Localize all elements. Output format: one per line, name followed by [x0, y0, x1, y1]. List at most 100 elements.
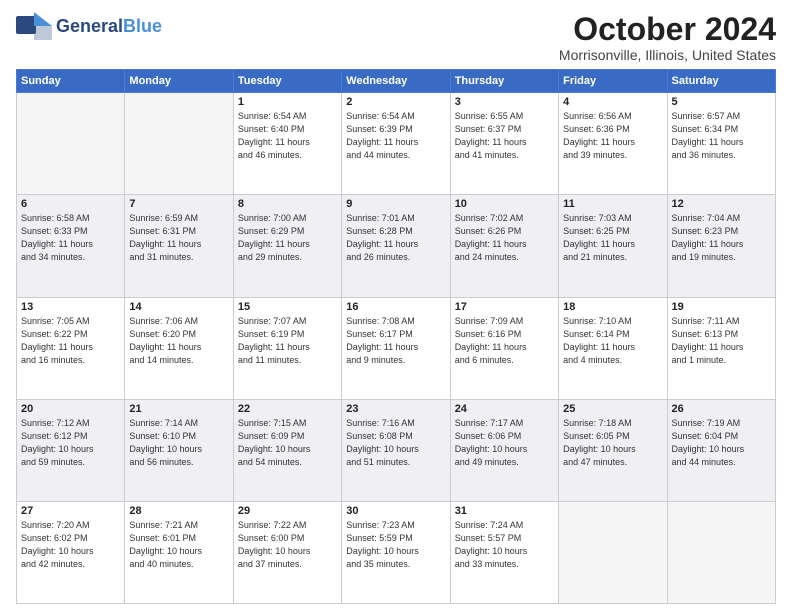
table-row: 24Sunrise: 7:17 AM Sunset: 6:06 PM Dayli…	[450, 399, 558, 501]
day-number: 8	[238, 198, 337, 210]
day-number: 2	[346, 96, 445, 108]
location-title: Morrisonville, Illinois, United States	[559, 47, 776, 63]
day-info: Sunrise: 7:04 AM Sunset: 6:23 PM Dayligh…	[672, 212, 771, 264]
col-monday: Monday	[125, 70, 233, 93]
table-row: 4 Sunrise: 6:56 AM Sunset: 6:36 PM Daylig…	[559, 93, 667, 195]
day-info: Sunrise: 6:57 AM Sunset: 6:34 PM Dayligh…	[672, 110, 771, 162]
table-row: 15 Sunrise: 7:07 AM Sunset: 6:19 PM Dayli…	[233, 297, 341, 399]
col-sunday: Sunday	[17, 70, 125, 93]
table-row: 23 Sunrise: 7:16 AM Sunset: 6:08 PM Dayli…	[342, 399, 450, 501]
day-info: Sunrise: 6:54 AM Sunset: 6:39 PM Dayligh…	[346, 110, 445, 162]
day-info: Sunrise: 7:12 AM Sunset: 6:12 PM Dayligh…	[21, 417, 120, 469]
calendar-table: Sunday Monday Tuesday Wednesday Thursday…	[16, 69, 776, 604]
day-number: 10	[455, 198, 554, 210]
table-row: 14 Sunrise: 7:06 AM Sunset: 6:20 PM Dayli…	[125, 297, 233, 399]
col-tuesday: Tuesday	[233, 70, 341, 93]
day-number: 4	[563, 96, 662, 108]
day-number: 17	[455, 301, 554, 313]
day-number: 9	[346, 198, 445, 210]
calendar-week-row: 1 Sunrise: 6:54 AM Sunset: 6:40 PM Daylig…	[17, 93, 776, 195]
day-number: 24	[455, 403, 554, 415]
day-info: Sunrise: 7:09 AM Sunset: 6:16 PM Dayligh…	[455, 315, 554, 367]
page: GeneralBlue October 2024 Morrisonville, …	[0, 0, 792, 612]
table-row: 13 Sunrise: 7:05 AM Sunset: 6:22 PM Dayli…	[17, 297, 125, 399]
day-info: Sunrise: 7:20 AM Sunset: 6:02 PM Dayligh…	[21, 519, 120, 571]
day-info: Sunrise: 7:23 AM Sunset: 5:59 PM Dayligh…	[346, 519, 445, 571]
day-info: Sunrise: 7:10 AM Sunset: 6:14 PM Dayligh…	[563, 315, 662, 367]
day-number: 31	[455, 505, 554, 517]
day-number: 19	[672, 301, 771, 313]
day-info: Sunrise: 6:59 AM Sunset: 6:31 PM Dayligh…	[129, 212, 228, 264]
table-row: 26 Sunrise: 7:19 AM Sunset: 6:04 PM Dayli…	[667, 399, 775, 501]
table-row: 9 Sunrise: 7:01 AM Sunset: 6:28 PM Daylig…	[342, 195, 450, 297]
day-info: Sunrise: 7:18 AM Sunset: 6:05 PM Dayligh…	[563, 417, 662, 469]
logo: GeneralBlue	[16, 12, 162, 40]
table-row: 19 Sunrise: 7:11 AM Sunset: 6:13 PM Dayli…	[667, 297, 775, 399]
day-number: 29	[238, 505, 337, 517]
table-row	[559, 501, 667, 603]
day-info: Sunrise: 7:00 AM Sunset: 6:29 PM Dayligh…	[238, 212, 337, 264]
table-row: 16 Sunrise: 7:08 AM Sunset: 6:17 PM Dayli…	[342, 297, 450, 399]
day-info: Sunrise: 7:03 AM Sunset: 6:25 PM Dayligh…	[563, 212, 662, 264]
calendar-week-row: 6Sunrise: 6:58 AM Sunset: 6:33 PM Daylig…	[17, 195, 776, 297]
day-number: 15	[238, 301, 337, 313]
table-row: 7 Sunrise: 6:59 AM Sunset: 6:31 PM Daylig…	[125, 195, 233, 297]
table-row	[667, 501, 775, 603]
day-number: 1	[238, 96, 337, 108]
table-row: 2 Sunrise: 6:54 AM Sunset: 6:39 PM Daylig…	[342, 93, 450, 195]
table-row: 21Sunrise: 7:14 AM Sunset: 6:10 PM Dayli…	[125, 399, 233, 501]
day-number: 30	[346, 505, 445, 517]
day-info: Sunrise: 7:22 AM Sunset: 6:00 PM Dayligh…	[238, 519, 337, 571]
day-info: Sunrise: 7:15 AM Sunset: 6:09 PM Dayligh…	[238, 417, 337, 469]
calendar-week-row: 13 Sunrise: 7:05 AM Sunset: 6:22 PM Dayli…	[17, 297, 776, 399]
day-number: 7	[129, 198, 228, 210]
day-number: 13	[21, 301, 120, 313]
day-info: Sunrise: 6:54 AM Sunset: 6:40 PM Dayligh…	[238, 110, 337, 162]
day-number: 5	[672, 96, 771, 108]
day-number: 3	[455, 96, 554, 108]
table-row: 10Sunrise: 7:02 AM Sunset: 6:26 PM Dayli…	[450, 195, 558, 297]
day-number: 26	[672, 403, 771, 415]
day-info: Sunrise: 7:14 AM Sunset: 6:10 PM Dayligh…	[129, 417, 228, 469]
day-info: Sunrise: 7:07 AM Sunset: 6:19 PM Dayligh…	[238, 315, 337, 367]
day-number: 25	[563, 403, 662, 415]
day-number: 14	[129, 301, 228, 313]
table-row: 8 Sunrise: 7:00 AM Sunset: 6:29 PM Daylig…	[233, 195, 341, 297]
title-area: October 2024 Morrisonville, Illinois, Un…	[559, 12, 776, 63]
table-row: 30 Sunrise: 7:23 AM Sunset: 5:59 PM Dayli…	[342, 501, 450, 603]
col-thursday: Thursday	[450, 70, 558, 93]
day-info: Sunrise: 7:01 AM Sunset: 6:28 PM Dayligh…	[346, 212, 445, 264]
day-number: 22	[238, 403, 337, 415]
header: GeneralBlue October 2024 Morrisonville, …	[16, 12, 776, 63]
day-info: Sunrise: 7:11 AM Sunset: 6:13 PM Dayligh…	[672, 315, 771, 367]
calendar-week-row: 20 Sunrise: 7:12 AM Sunset: 6:12 PM Dayli…	[17, 399, 776, 501]
day-number: 20	[21, 403, 120, 415]
day-info: Sunrise: 7:05 AM Sunset: 6:22 PM Dayligh…	[21, 315, 120, 367]
calendar-week-row: 27Sunrise: 7:20 AM Sunset: 6:02 PM Dayli…	[17, 501, 776, 603]
calendar-header-row: Sunday Monday Tuesday Wednesday Thursday…	[17, 70, 776, 93]
month-title: October 2024	[559, 12, 776, 47]
col-friday: Friday	[559, 70, 667, 93]
day-number: 6	[21, 198, 120, 210]
day-info: Sunrise: 7:16 AM Sunset: 6:08 PM Dayligh…	[346, 417, 445, 469]
table-row: 1 Sunrise: 6:54 AM Sunset: 6:40 PM Daylig…	[233, 93, 341, 195]
table-row: 3 Sunrise: 6:55 AM Sunset: 6:37 PM Daylig…	[450, 93, 558, 195]
logo-general: General	[56, 16, 123, 36]
table-row: 20 Sunrise: 7:12 AM Sunset: 6:12 PM Dayli…	[17, 399, 125, 501]
table-row	[125, 93, 233, 195]
day-number: 16	[346, 301, 445, 313]
day-info: Sunrise: 7:19 AM Sunset: 6:04 PM Dayligh…	[672, 417, 771, 469]
day-info: Sunrise: 7:08 AM Sunset: 6:17 PM Dayligh…	[346, 315, 445, 367]
day-info: Sunrise: 6:55 AM Sunset: 6:37 PM Dayligh…	[455, 110, 554, 162]
day-number: 23	[346, 403, 445, 415]
day-number: 28	[129, 505, 228, 517]
table-row: 28Sunrise: 7:21 AM Sunset: 6:01 PM Dayli…	[125, 501, 233, 603]
table-row: 25 Sunrise: 7:18 AM Sunset: 6:05 PM Dayli…	[559, 399, 667, 501]
col-wednesday: Wednesday	[342, 70, 450, 93]
day-number: 12	[672, 198, 771, 210]
table-row: 31Sunrise: 7:24 AM Sunset: 5:57 PM Dayli…	[450, 501, 558, 603]
table-row	[17, 93, 125, 195]
day-info: Sunrise: 6:56 AM Sunset: 6:36 PM Dayligh…	[563, 110, 662, 162]
day-info: Sunrise: 7:06 AM Sunset: 6:20 PM Dayligh…	[129, 315, 228, 367]
logo-blue: Blue	[123, 16, 162, 36]
